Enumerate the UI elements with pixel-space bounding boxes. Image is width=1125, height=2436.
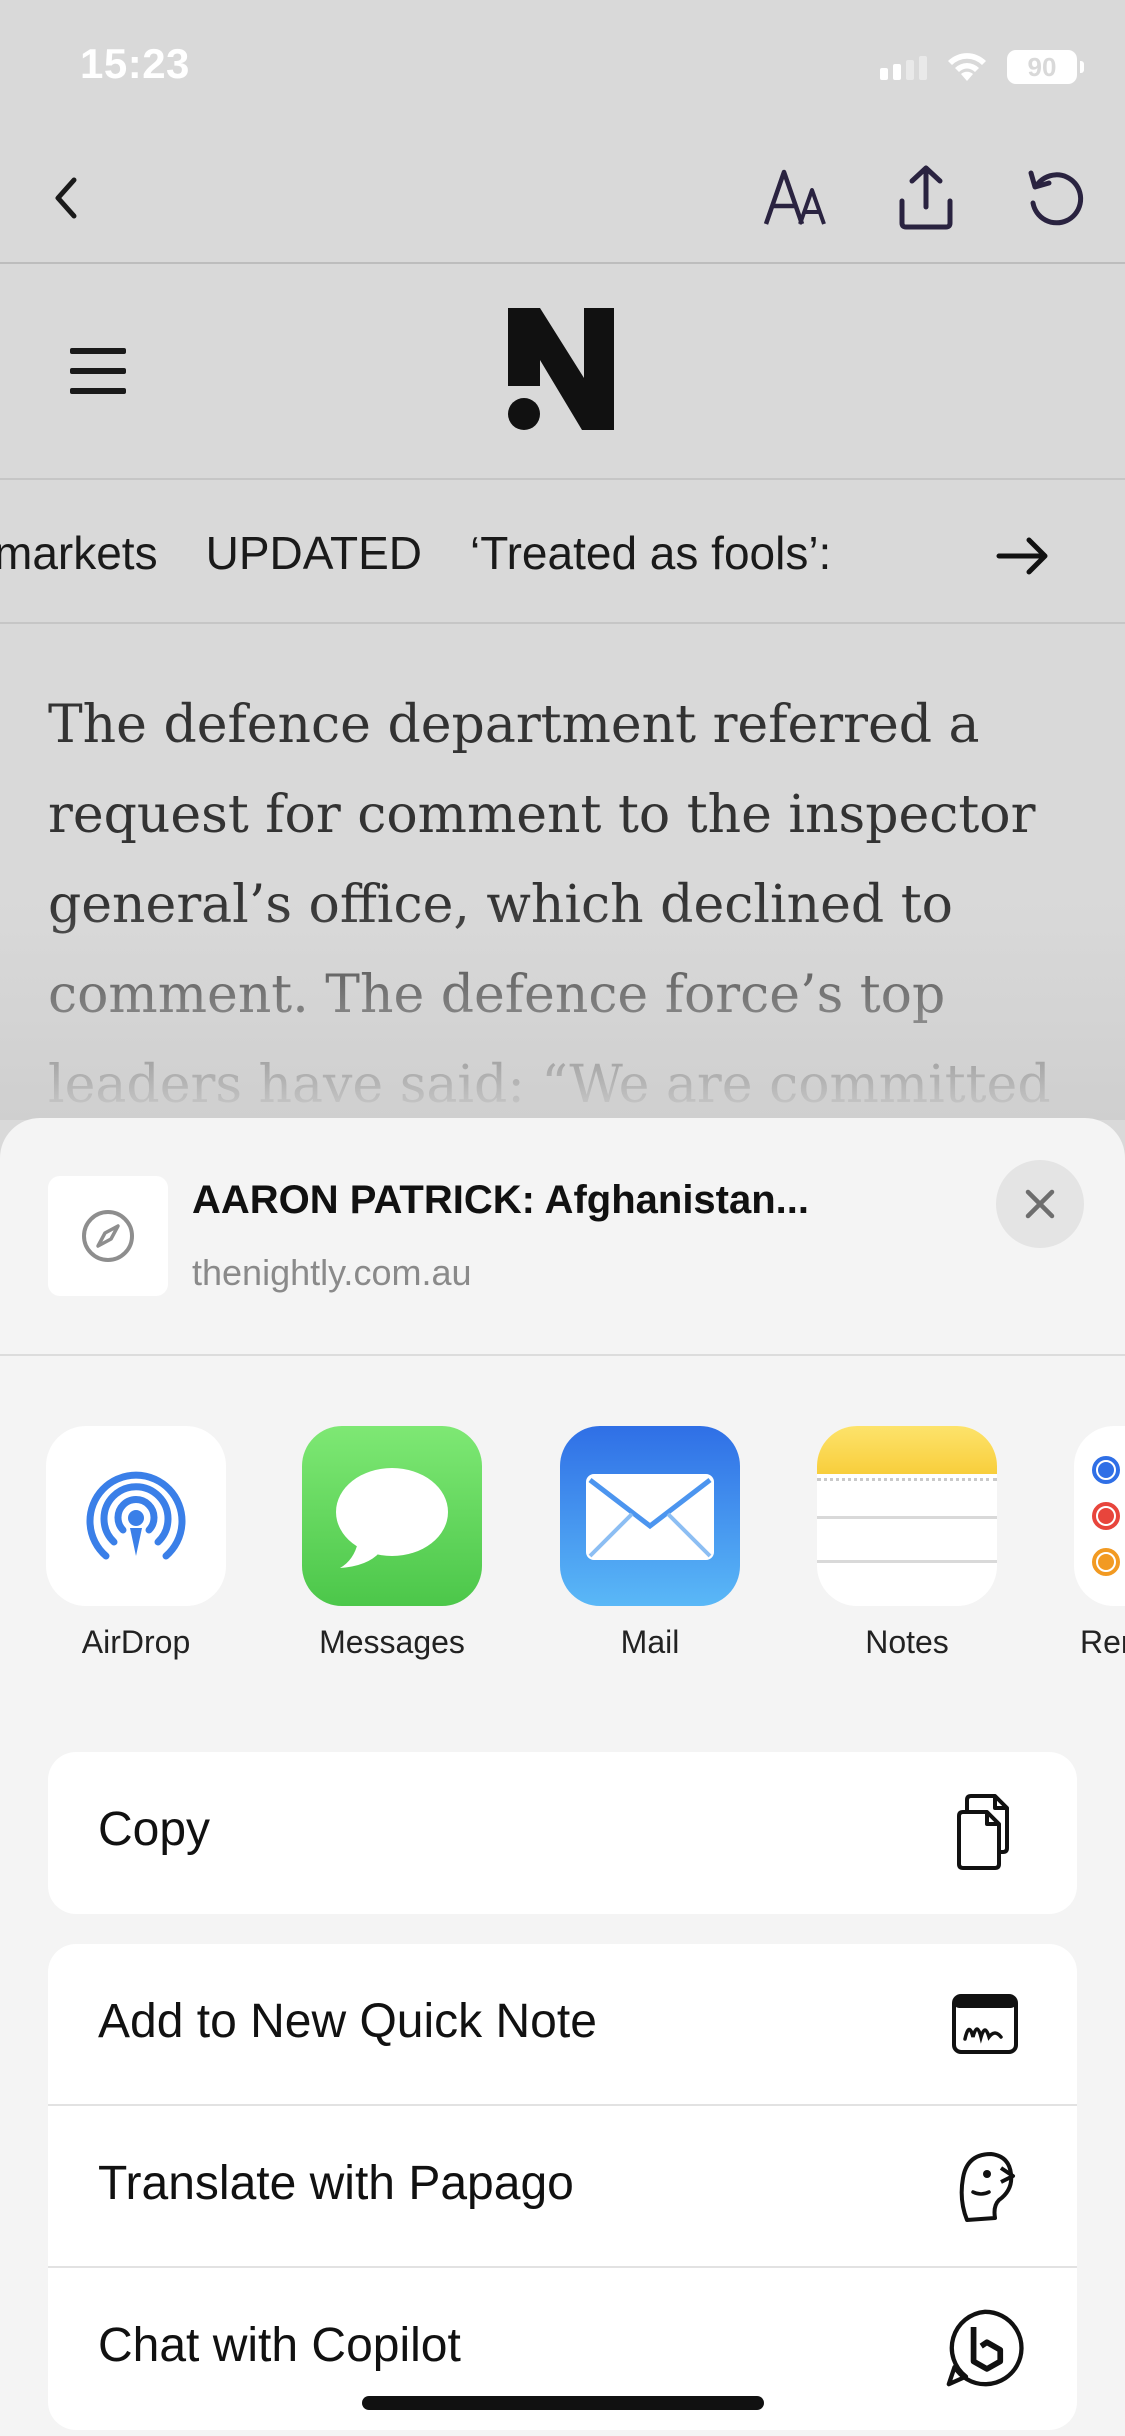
compass-icon (48, 1176, 168, 1296)
ticker-items: markets UPDATED ‘Treated as fools’: (0, 526, 960, 586)
action-label: Translate with Papago (98, 2157, 574, 2210)
close-icon[interactable] (996, 1160, 1084, 1248)
arrow-right-icon[interactable] (993, 526, 1053, 586)
share-icon[interactable] (890, 162, 962, 234)
share-sheet: AARON PATRICK: Afghanistan... thenightly… (0, 1118, 1125, 2436)
browser-toolbar (0, 132, 1125, 264)
share-title: AARON PATRICK: Afghanistan... (192, 1178, 810, 1222)
cellular-signal-icon (880, 54, 927, 80)
app-label: Messages (319, 1624, 465, 1660)
site-logo[interactable] (508, 308, 618, 432)
app-notes[interactable]: Notes (817, 1426, 997, 1661)
copilot-icon (945, 2308, 1025, 2388)
papago-action[interactable]: Translate with Papago (48, 2106, 1077, 2268)
share-apps-row: AirDrop Messages Mail Notes Re (0, 1426, 1125, 1686)
app-label: Rem (1080, 1624, 1125, 1660)
app-mail[interactable]: Mail (560, 1426, 740, 1661)
ticker-item[interactable]: markets (0, 526, 158, 580)
app-label: Notes (865, 1624, 949, 1660)
app-messages[interactable]: Messages (302, 1426, 482, 1661)
chevron-left-icon[interactable] (30, 162, 102, 234)
papago-icon (945, 2146, 1025, 2226)
text-size-icon[interactable] (760, 162, 832, 234)
app-label: AirDrop (81, 1624, 191, 1660)
quick-note-icon (945, 1984, 1025, 2064)
action-label: Copy (98, 1803, 211, 1856)
news-ticker: markets UPDATED ‘Treated as fools’: (0, 482, 1125, 624)
status-time: 15:23 (80, 40, 190, 87)
share-sheet-header: AARON PATRICK: Afghanistan... thenightly… (0, 1118, 1125, 1356)
home-indicator[interactable] (362, 2396, 764, 2410)
actions-group: Add to New Quick Note Translate with Pap… (48, 1944, 1077, 2430)
copy-action[interactable]: Copy (48, 1752, 1077, 1914)
hamburger-menu-icon[interactable] (70, 348, 126, 394)
action-label: Add to New Quick Note (98, 1995, 597, 2048)
app-reminders[interactable]: Rem (1074, 1426, 1125, 1661)
action-label: Chat with Copilot (98, 2319, 461, 2372)
notes-icon (817, 1426, 997, 1606)
status-bar: 15:23 90 (0, 0, 1125, 132)
messages-icon (302, 1426, 482, 1606)
mail-icon (560, 1426, 740, 1606)
quick-note-action[interactable]: Add to New Quick Note (48, 1944, 1077, 2106)
status-indicators: 90 (880, 50, 1084, 84)
wifi-icon (948, 53, 986, 81)
app-airdrop[interactable]: AirDrop (46, 1426, 226, 1661)
copy-group: Copy (48, 1752, 1077, 1914)
reload-icon[interactable] (1020, 162, 1092, 234)
battery-icon: 90 (1007, 50, 1084, 84)
site-header (0, 266, 1125, 480)
article-body: The defence department referred a reques… (48, 695, 1051, 1115)
copy-icon (945, 1792, 1025, 1872)
ticker-item[interactable]: UPDATED (206, 526, 422, 580)
airdrop-icon (46, 1426, 226, 1606)
app-label: Mail (620, 1624, 680, 1660)
reminders-icon (1074, 1426, 1125, 1606)
share-url: thenightly.com.au (192, 1252, 472, 1293)
ticker-item[interactable]: ‘Treated as fools’: (470, 526, 831, 580)
